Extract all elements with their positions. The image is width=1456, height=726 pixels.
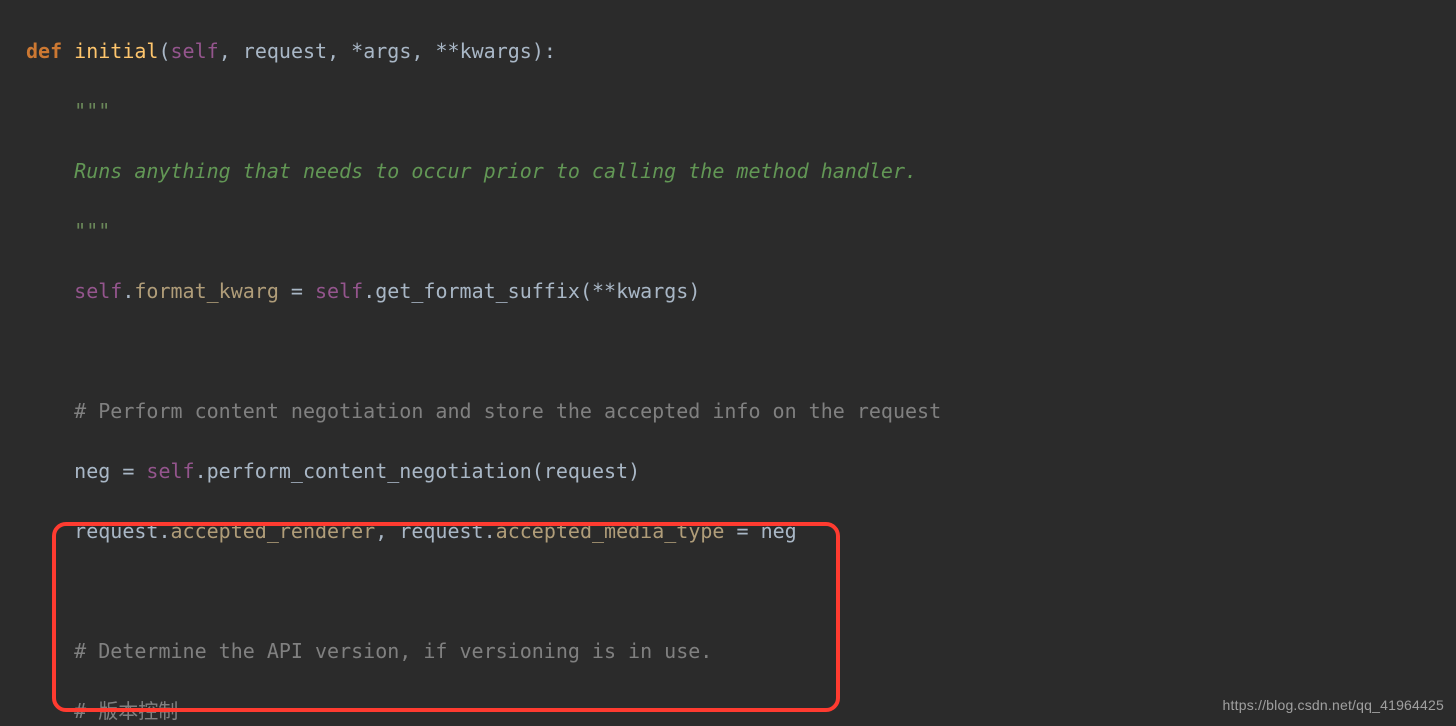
code-line: request.accepted_renderer, request.accep…	[26, 516, 1456, 546]
dot: .	[363, 279, 375, 303]
paren: (	[158, 39, 170, 63]
docstring-close: """	[74, 219, 110, 243]
comma: ,	[327, 39, 351, 63]
call-get-format-suffix: get_format_suffix	[375, 279, 580, 303]
code-line: """	[26, 216, 1456, 246]
param-request: request	[243, 39, 327, 63]
code-line: # Determine the API version, if versioni…	[26, 636, 1456, 666]
keyword-def: def	[26, 39, 62, 63]
call-perform-content-negotiation: perform_content_negotiation	[207, 459, 532, 483]
function-name: initial	[74, 39, 158, 63]
code-line: # Perform content negotiation and store …	[26, 396, 1456, 426]
code-line-blank	[26, 576, 1456, 606]
param-self: self	[171, 39, 219, 63]
dot: .	[195, 459, 207, 483]
paren: )	[628, 459, 640, 483]
param-kwargs: kwargs	[460, 39, 532, 63]
assign: =	[724, 519, 760, 543]
dot: .	[158, 519, 170, 543]
var-neg: neg	[761, 519, 797, 543]
arg-kwargs: kwargs	[616, 279, 688, 303]
code-line: neg = self.perform_content_negotiation(r…	[26, 456, 1456, 486]
code-line: self.format_kwarg = self.get_format_suff…	[26, 276, 1456, 306]
attr-accepted-media-type: accepted_media_type	[496, 519, 725, 543]
double-star: **	[592, 279, 616, 303]
var-neg: neg	[74, 459, 110, 483]
comma: ,	[219, 39, 243, 63]
param-args: args	[363, 39, 411, 63]
code-line: """	[26, 96, 1456, 126]
self-ref: self	[74, 279, 122, 303]
attr-format-kwarg: format_kwarg	[134, 279, 279, 303]
var-request: request	[399, 519, 483, 543]
comment: # Perform content negotiation and store …	[74, 399, 941, 423]
code-editor[interactable]: def initial(self, request, *args, **kwar…	[0, 0, 1456, 726]
star: *	[351, 39, 363, 63]
code-line-blank	[26, 336, 1456, 366]
dot: .	[484, 519, 496, 543]
comma: ,	[375, 519, 399, 543]
comment: # 版本控制	[74, 699, 178, 723]
self-ref: self	[146, 459, 194, 483]
double-star: **	[435, 39, 459, 63]
assign: =	[110, 459, 146, 483]
code-line: def initial(self, request, *args, **kwar…	[26, 36, 1456, 66]
paren: )	[688, 279, 700, 303]
code-line: Runs anything that needs to occur prior …	[26, 156, 1456, 186]
arg-request: request	[544, 459, 628, 483]
attr-accepted-renderer: accepted_renderer	[171, 519, 376, 543]
paren: (	[532, 459, 544, 483]
docstring-body: Runs anything that needs to occur prior …	[74, 159, 917, 183]
var-request: request	[74, 519, 158, 543]
dot: .	[122, 279, 134, 303]
self-ref: self	[315, 279, 363, 303]
comma: ,	[411, 39, 435, 63]
paren: (	[580, 279, 592, 303]
comment: # Determine the API version, if versioni…	[74, 639, 712, 663]
paren-close-colon: ):	[532, 39, 556, 63]
watermark: https://blog.csdn.net/qq_41964425	[1223, 690, 1444, 720]
assign: =	[279, 279, 315, 303]
docstring-open: """	[74, 99, 110, 123]
